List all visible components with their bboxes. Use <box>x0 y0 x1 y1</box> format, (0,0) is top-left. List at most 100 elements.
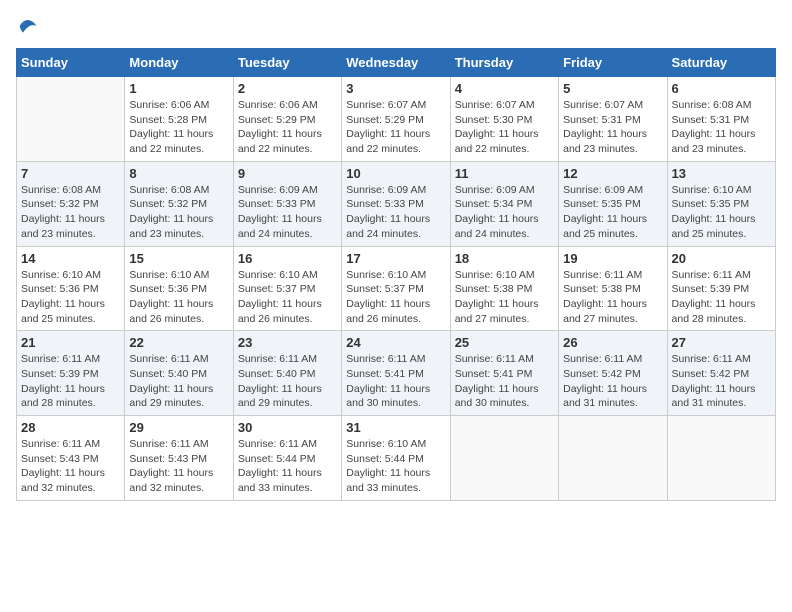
day-info: Sunrise: 6:09 AM Sunset: 5:35 PM Dayligh… <box>563 183 662 242</box>
day-number: 1 <box>129 81 228 96</box>
day-number: 10 <box>346 166 445 181</box>
calendar-week-row-5: 28 Sunrise: 6:11 AM Sunset: 5:43 PM Dayli… <box>17 416 776 501</box>
day-number: 22 <box>129 335 228 350</box>
calendar-cell: 29Sunrise: 6:11 AM Sunset: 5:43 PM Dayli… <box>125 416 233 501</box>
calendar-table: SundayMondayTuesdayWednesdayThursdayFrid… <box>16 48 776 501</box>
day-number: 25 <box>455 335 554 350</box>
day-info: Sunrise: 6:10 AM Sunset: 5:37 PM Dayligh… <box>238 268 337 327</box>
day-info: Sunrise: 6:06 AM Sunset: 5:28 PM Dayligh… <box>129 98 228 157</box>
calendar-cell: 21 Sunrise: 6:11 AM Sunset: 5:39 PM Dayli… <box>17 331 125 416</box>
day-number: 6 <box>672 81 771 96</box>
calendar-week-row-2: 7 Sunrise: 6:08 AM Sunset: 5:32 PM Daylig… <box>17 161 776 246</box>
calendar-week-row-1: 1 Sunrise: 6:06 AM Sunset: 5:28 PM Daylig… <box>17 77 776 162</box>
calendar-cell: 18Sunrise: 6:10 AM Sunset: 5:38 PM Dayli… <box>450 246 558 331</box>
calendar-cell: 26Sunrise: 6:11 AM Sunset: 5:42 PM Dayli… <box>559 331 667 416</box>
calendar-cell <box>17 77 125 162</box>
calendar-header-thursday: Thursday <box>450 49 558 77</box>
calendar-cell: 20 Sunrise: 6:11 AM Sunset: 5:39 PM Dayli… <box>667 246 775 331</box>
day-number: 8 <box>129 166 228 181</box>
day-number: 3 <box>346 81 445 96</box>
day-number: 30 <box>238 420 337 435</box>
day-info: Sunrise: 6:08 AM Sunset: 5:31 PM Dayligh… <box>672 98 771 157</box>
day-info: Sunrise: 6:11 AM Sunset: 5:44 PM Dayligh… <box>238 437 337 496</box>
day-number: 15 <box>129 251 228 266</box>
calendar-cell <box>667 416 775 501</box>
day-info: Sunrise: 6:11 AM Sunset: 5:40 PM Dayligh… <box>238 352 337 411</box>
calendar-header-tuesday: Tuesday <box>233 49 341 77</box>
logo-icon <box>18 16 38 36</box>
day-info: Sunrise: 6:07 AM Sunset: 5:29 PM Dayligh… <box>346 98 445 157</box>
calendar-cell: 15 Sunrise: 6:10 AM Sunset: 5:36 PM Dayli… <box>125 246 233 331</box>
calendar-header-row: SundayMondayTuesdayWednesdayThursdayFrid… <box>17 49 776 77</box>
calendar-cell: 12 Sunrise: 6:09 AM Sunset: 5:35 PM Dayli… <box>559 161 667 246</box>
calendar-cell: 13 Sunrise: 6:10 AM Sunset: 5:35 PM Dayli… <box>667 161 775 246</box>
day-info: Sunrise: 6:11 AM Sunset: 5:39 PM Dayligh… <box>21 352 120 411</box>
calendar-cell: 3 Sunrise: 6:07 AM Sunset: 5:29 PM Daylig… <box>342 77 450 162</box>
calendar-cell: 9 Sunrise: 6:09 AM Sunset: 5:33 PM Daylig… <box>233 161 341 246</box>
day-info: Sunrise: 6:10 AM Sunset: 5:36 PM Dayligh… <box>129 268 228 327</box>
day-info: Sunrise: 6:11 AM Sunset: 5:43 PM Dayligh… <box>129 437 228 496</box>
day-info: Sunrise: 6:11 AM Sunset: 5:41 PM Dayligh… <box>455 352 554 411</box>
day-number: 18 <box>455 251 554 266</box>
calendar-cell: 5 Sunrise: 6:07 AM Sunset: 5:31 PM Daylig… <box>559 77 667 162</box>
calendar-cell: 17Sunrise: 6:10 AM Sunset: 5:37 PM Dayli… <box>342 246 450 331</box>
day-number: 21 <box>21 335 120 350</box>
day-info: Sunrise: 6:07 AM Sunset: 5:31 PM Dayligh… <box>563 98 662 157</box>
day-number: 27 <box>672 335 771 350</box>
day-number: 20 <box>672 251 771 266</box>
calendar-header-saturday: Saturday <box>667 49 775 77</box>
calendar-cell: 10 Sunrise: 6:09 AM Sunset: 5:33 PM Dayli… <box>342 161 450 246</box>
calendar-cell: 4Sunrise: 6:07 AM Sunset: 5:30 PM Daylig… <box>450 77 558 162</box>
calendar-cell: 19 Sunrise: 6:11 AM Sunset: 5:38 PM Dayli… <box>559 246 667 331</box>
calendar-cell: 28 Sunrise: 6:11 AM Sunset: 5:43 PM Dayli… <box>17 416 125 501</box>
day-number: 14 <box>21 251 120 266</box>
calendar-cell: 30 Sunrise: 6:11 AM Sunset: 5:44 PM Dayli… <box>233 416 341 501</box>
day-info: Sunrise: 6:09 AM Sunset: 5:33 PM Dayligh… <box>238 183 337 242</box>
calendar-cell: 23 Sunrise: 6:11 AM Sunset: 5:40 PM Dayli… <box>233 331 341 416</box>
day-info: Sunrise: 6:11 AM Sunset: 5:38 PM Dayligh… <box>563 268 662 327</box>
day-number: 5 <box>563 81 662 96</box>
calendar-cell: 25 Sunrise: 6:11 AM Sunset: 5:41 PM Dayli… <box>450 331 558 416</box>
day-info: Sunrise: 6:09 AM Sunset: 5:33 PM Dayligh… <box>346 183 445 242</box>
day-info: Sunrise: 6:08 AM Sunset: 5:32 PM Dayligh… <box>129 183 228 242</box>
day-info: Sunrise: 6:10 AM Sunset: 5:36 PM Dayligh… <box>21 268 120 327</box>
day-number: 19 <box>563 251 662 266</box>
calendar-cell: 27 Sunrise: 6:11 AM Sunset: 5:42 PM Dayli… <box>667 331 775 416</box>
calendar-cell: 1 Sunrise: 6:06 AM Sunset: 5:28 PM Daylig… <box>125 77 233 162</box>
calendar-cell: 31Sunrise: 6:10 AM Sunset: 5:44 PM Dayli… <box>342 416 450 501</box>
calendar-header-sunday: Sunday <box>17 49 125 77</box>
day-info: Sunrise: 6:11 AM Sunset: 5:43 PM Dayligh… <box>21 437 120 496</box>
day-info: Sunrise: 6:11 AM Sunset: 5:41 PM Dayligh… <box>346 352 445 411</box>
calendar-cell: 11Sunrise: 6:09 AM Sunset: 5:34 PM Dayli… <box>450 161 558 246</box>
calendar-cell <box>450 416 558 501</box>
day-number: 13 <box>672 166 771 181</box>
day-number: 7 <box>21 166 120 181</box>
calendar-cell: 22Sunrise: 6:11 AM Sunset: 5:40 PM Dayli… <box>125 331 233 416</box>
day-number: 23 <box>238 335 337 350</box>
day-number: 11 <box>455 166 554 181</box>
day-info: Sunrise: 6:10 AM Sunset: 5:35 PM Dayligh… <box>672 183 771 242</box>
day-number: 24 <box>346 335 445 350</box>
day-number: 12 <box>563 166 662 181</box>
calendar-week-row-3: 14 Sunrise: 6:10 AM Sunset: 5:36 PM Dayli… <box>17 246 776 331</box>
day-number: 9 <box>238 166 337 181</box>
day-info: Sunrise: 6:10 AM Sunset: 5:44 PM Dayligh… <box>346 437 445 496</box>
day-number: 17 <box>346 251 445 266</box>
calendar-header-monday: Monday <box>125 49 233 77</box>
calendar-cell <box>559 416 667 501</box>
day-info: Sunrise: 6:11 AM Sunset: 5:39 PM Dayligh… <box>672 268 771 327</box>
calendar-cell: 16Sunrise: 6:10 AM Sunset: 5:37 PM Dayli… <box>233 246 341 331</box>
day-info: Sunrise: 6:06 AM Sunset: 5:29 PM Dayligh… <box>238 98 337 157</box>
calendar-week-row-4: 21 Sunrise: 6:11 AM Sunset: 5:39 PM Dayli… <box>17 331 776 416</box>
calendar-header-friday: Friday <box>559 49 667 77</box>
day-number: 4 <box>455 81 554 96</box>
calendar-cell: 6 Sunrise: 6:08 AM Sunset: 5:31 PM Daylig… <box>667 77 775 162</box>
calendar-header-wednesday: Wednesday <box>342 49 450 77</box>
page-header <box>16 16 776 36</box>
day-number: 28 <box>21 420 120 435</box>
calendar-cell: 8 Sunrise: 6:08 AM Sunset: 5:32 PM Daylig… <box>125 161 233 246</box>
day-info: Sunrise: 6:11 AM Sunset: 5:42 PM Dayligh… <box>672 352 771 411</box>
day-info: Sunrise: 6:11 AM Sunset: 5:42 PM Dayligh… <box>563 352 662 411</box>
logo <box>16 16 38 36</box>
day-info: Sunrise: 6:08 AM Sunset: 5:32 PM Dayligh… <box>21 183 120 242</box>
